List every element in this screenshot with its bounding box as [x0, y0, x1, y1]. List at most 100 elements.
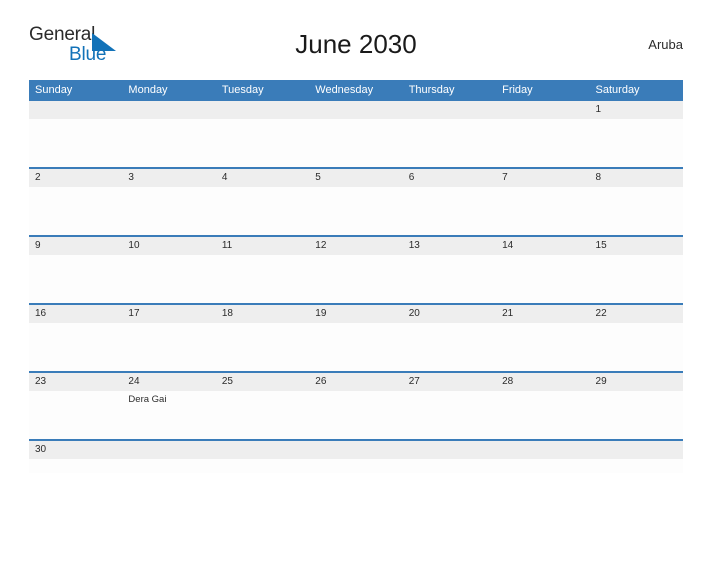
date-number[interactable]: 10	[122, 237, 215, 255]
day-cell[interactable]	[590, 119, 683, 167]
date-number[interactable]	[216, 101, 309, 119]
day-cell[interactable]	[309, 119, 402, 167]
date-number[interactable]: 27	[403, 373, 496, 391]
day-cell[interactable]	[496, 323, 589, 371]
day-cell[interactable]	[122, 459, 215, 473]
date-number[interactable]: 14	[496, 237, 589, 255]
week-date-band: 1	[29, 101, 683, 119]
day-cell[interactable]	[216, 187, 309, 235]
date-number[interactable]	[590, 441, 683, 459]
day-cell[interactable]	[309, 459, 402, 473]
day-cell[interactable]	[216, 255, 309, 303]
date-number[interactable]: 28	[496, 373, 589, 391]
day-cell[interactable]	[216, 323, 309, 371]
day-cell[interactable]	[496, 391, 589, 439]
date-number[interactable]: 2	[29, 169, 122, 187]
week-row: 16 17 18 19 20 21 22	[29, 303, 683, 371]
week-date-band: 9 10 11 12 13 14 15	[29, 237, 683, 255]
date-number[interactable]: 1	[590, 101, 683, 119]
date-number[interactable]: 8	[590, 169, 683, 187]
day-cell[interactable]	[29, 187, 122, 235]
day-cell[interactable]	[216, 119, 309, 167]
week-row: 23 24 25 26 27 28 29 Dera Gai	[29, 371, 683, 439]
date-number[interactable]: 24	[122, 373, 215, 391]
date-number[interactable]: 30	[29, 441, 122, 459]
date-number[interactable]: 12	[309, 237, 402, 255]
week-body-band	[29, 187, 683, 235]
date-number[interactable]	[496, 441, 589, 459]
date-number[interactable]	[122, 101, 215, 119]
date-number[interactable]: 6	[403, 169, 496, 187]
date-number[interactable]: 13	[403, 237, 496, 255]
page-title: June 2030	[295, 29, 417, 59]
date-number[interactable]: 25	[216, 373, 309, 391]
week-body-band	[29, 255, 683, 303]
day-cell[interactable]	[29, 255, 122, 303]
day-cell[interactable]	[496, 459, 589, 473]
date-number[interactable]: 11	[216, 237, 309, 255]
date-number[interactable]: 3	[122, 169, 215, 187]
date-number[interactable]: 19	[309, 305, 402, 323]
day-cell[interactable]	[496, 187, 589, 235]
day-cell[interactable]	[590, 187, 683, 235]
day-cell[interactable]	[309, 323, 402, 371]
day-cell[interactable]	[29, 119, 122, 167]
date-number[interactable]	[309, 441, 402, 459]
week-body-band: Dera Gai	[29, 391, 683, 439]
week-date-band: 30	[29, 441, 683, 459]
date-number[interactable]: 5	[309, 169, 402, 187]
day-cell[interactable]	[496, 255, 589, 303]
date-number[interactable]: 29	[590, 373, 683, 391]
date-number[interactable]: 4	[216, 169, 309, 187]
date-number[interactable]: 7	[496, 169, 589, 187]
date-number[interactable]: 16	[29, 305, 122, 323]
day-cell[interactable]	[403, 323, 496, 371]
date-number[interactable]	[122, 441, 215, 459]
day-cell[interactable]	[403, 187, 496, 235]
date-number[interactable]	[29, 101, 122, 119]
event-label[interactable]: Dera Gai	[128, 393, 211, 406]
date-number[interactable]	[309, 101, 402, 119]
day-cell[interactable]	[403, 255, 496, 303]
day-cell[interactable]	[216, 391, 309, 439]
day-cell[interactable]	[590, 323, 683, 371]
day-cell[interactable]	[403, 119, 496, 167]
day-cell[interactable]	[29, 323, 122, 371]
date-number[interactable]: 23	[29, 373, 122, 391]
weekday-wednesday: Wednesday	[315, 84, 374, 96]
day-cell[interactable]	[216, 459, 309, 473]
day-cell[interactable]	[29, 391, 122, 439]
day-cell[interactable]	[496, 119, 589, 167]
weekday-thursday: Thursday	[408, 84, 455, 96]
day-cell[interactable]	[590, 255, 683, 303]
day-cell[interactable]	[309, 187, 402, 235]
date-number[interactable]: 18	[216, 305, 309, 323]
date-number[interactable]: 22	[590, 305, 683, 323]
day-cell[interactable]	[309, 255, 402, 303]
week-date-band: 16 17 18 19 20 21 22	[29, 305, 683, 323]
date-number[interactable]: 17	[122, 305, 215, 323]
day-cell[interactable]	[122, 187, 215, 235]
calendar-grid: Sunday Monday Tuesday Wednesday Thursday…	[29, 80, 683, 473]
date-number[interactable]: 20	[403, 305, 496, 323]
day-cell[interactable]	[403, 459, 496, 473]
weekday-friday: Friday	[502, 84, 533, 96]
day-cell[interactable]	[29, 459, 122, 473]
date-number[interactable]: 26	[309, 373, 402, 391]
day-cell[interactable]	[122, 119, 215, 167]
date-number[interactable]	[403, 101, 496, 119]
day-cell[interactable]	[122, 323, 215, 371]
date-number[interactable]	[403, 441, 496, 459]
day-cell[interactable]	[309, 391, 402, 439]
day-cell[interactable]	[403, 391, 496, 439]
date-number[interactable]: 21	[496, 305, 589, 323]
date-number[interactable]: 15	[590, 237, 683, 255]
date-number[interactable]	[496, 101, 589, 119]
date-number[interactable]	[216, 441, 309, 459]
day-cell[interactable]: Dera Gai	[122, 391, 215, 439]
day-cell[interactable]	[590, 459, 683, 473]
day-cell[interactable]	[590, 391, 683, 439]
week-body-band	[29, 323, 683, 371]
date-number[interactable]: 9	[29, 237, 122, 255]
day-cell[interactable]	[122, 255, 215, 303]
